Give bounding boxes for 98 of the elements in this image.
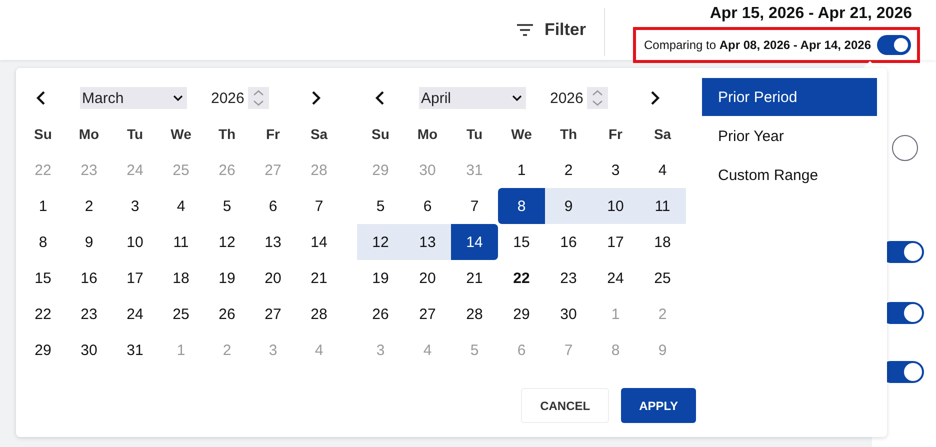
calendar-day[interactable]: 9 bbox=[66, 224, 112, 260]
calendar-day[interactable]: 22 bbox=[498, 260, 545, 296]
calendar-day[interactable]: 1 bbox=[20, 188, 66, 224]
calendar-day[interactable]: 7 bbox=[296, 188, 342, 224]
calendar-day[interactable]: 21 bbox=[296, 260, 342, 296]
calendar-day[interactable]: 2 bbox=[545, 152, 592, 188]
calendar-day[interactable]: 24 bbox=[592, 260, 639, 296]
calendar-day[interactable]: 23 bbox=[545, 260, 592, 296]
chevron-right-icon bbox=[650, 91, 660, 105]
spinner-icon[interactable] bbox=[587, 87, 608, 109]
preset-option[interactable]: Prior Year bbox=[702, 117, 877, 155]
calendar-day[interactable]: 27 bbox=[404, 296, 451, 332]
calendar-day[interactable]: 5 bbox=[204, 188, 250, 224]
calendar-day[interactable]: 4 bbox=[158, 188, 204, 224]
weekday-label: Sa bbox=[652, 125, 672, 144]
weekday-label: Tu bbox=[465, 125, 484, 144]
calendar-day[interactable]: 13 bbox=[250, 224, 296, 260]
calendar-day[interactable]: 20 bbox=[250, 260, 296, 296]
calendar-day[interactable]: 6 bbox=[404, 188, 451, 224]
weekday-label: Mo bbox=[78, 125, 100, 144]
calendar-day[interactable]: 10 bbox=[592, 188, 639, 224]
calendar-day[interactable]: 16 bbox=[545, 224, 592, 260]
calendar-day[interactable]: 3 bbox=[112, 188, 158, 224]
chevron-left-icon bbox=[375, 91, 385, 105]
calendar-day[interactable]: 16 bbox=[66, 260, 112, 296]
calendar-day[interactable]: 30 bbox=[66, 332, 112, 368]
calendar-day[interactable]: 10 bbox=[112, 224, 158, 260]
caret-icon bbox=[173, 95, 183, 101]
calendar-day[interactable]: 2 bbox=[66, 188, 112, 224]
filter-icon bbox=[516, 23, 534, 37]
weekday-label: Tu bbox=[126, 125, 144, 144]
weekday-label: Su bbox=[33, 125, 53, 144]
calendar-day[interactable]: 26 bbox=[204, 296, 250, 332]
calendar-day[interactable]: 14 bbox=[296, 224, 342, 260]
calendar-day[interactable]: 28 bbox=[451, 296, 498, 332]
weekday-label: We bbox=[170, 125, 192, 144]
calendar-day[interactable]: 17 bbox=[112, 260, 158, 296]
weekday-label: Fr bbox=[265, 125, 281, 144]
calendar-day[interactable]: 19 bbox=[204, 260, 250, 296]
preset-option[interactable]: Custom Range bbox=[702, 156, 877, 194]
calendar-day[interactable]: 13 bbox=[404, 224, 451, 260]
calendar-day[interactable]: 22 bbox=[20, 296, 66, 332]
calendar-day[interactable]: 23 bbox=[66, 296, 112, 332]
spinner-icon[interactable] bbox=[248, 87, 270, 109]
calendar-day[interactable]: 9 bbox=[545, 188, 592, 224]
year-field[interactable]: 2026 bbox=[550, 90, 584, 106]
weekday-label: Th bbox=[558, 125, 578, 144]
weekday-label: Mo bbox=[416, 125, 439, 144]
calendar-day[interactable]: 27 bbox=[250, 296, 296, 332]
calendar-day[interactable]: 4 bbox=[639, 152, 686, 188]
calendar-day[interactable]: 3 bbox=[592, 152, 639, 188]
month-select[interactable]: March bbox=[80, 87, 187, 109]
calendar-day[interactable]: 29 bbox=[20, 332, 66, 368]
weekday-label: Su bbox=[370, 125, 390, 144]
calendar-day[interactable]: 8 bbox=[20, 224, 66, 260]
calendar-day[interactable]: 24 bbox=[112, 296, 158, 332]
calendar-day[interactable]: 31 bbox=[112, 332, 158, 368]
cancel-button[interactable]: CANCEL bbox=[521, 388, 610, 423]
month-select[interactable]: April bbox=[419, 87, 526, 109]
preset-option[interactable]: Prior Period bbox=[702, 78, 877, 116]
weekday-label: We bbox=[510, 125, 533, 144]
calendar-day[interactable]: 20 bbox=[404, 260, 451, 296]
year-field[interactable]: 2026 bbox=[211, 90, 244, 106]
calendar-day[interactable]: 18 bbox=[639, 224, 686, 260]
chevron-left-icon bbox=[36, 91, 46, 105]
calendar-day[interactable]: 17 bbox=[592, 224, 639, 260]
calendar-day[interactable]: 12 bbox=[204, 224, 250, 260]
calendar-day[interactable]: 7 bbox=[451, 188, 498, 224]
calendar-day[interactable]: 28 bbox=[296, 296, 342, 332]
calendar-day[interactable]: 30 bbox=[545, 296, 592, 332]
calendar-day[interactable]: 11 bbox=[639, 188, 686, 224]
weekday-label: Fr bbox=[608, 125, 624, 144]
calendar-day[interactable]: 21 bbox=[451, 260, 498, 296]
calendar-day[interactable]: 25 bbox=[639, 260, 686, 296]
weekday-label: Th bbox=[217, 125, 237, 144]
calendar-day[interactable]: 8 bbox=[498, 188, 545, 224]
calendar-day[interactable]: 15 bbox=[498, 224, 545, 260]
date-range-title: Apr 15, 2026 - Apr 21, 2026 bbox=[710, 5, 912, 23]
calendar-day[interactable]: 18 bbox=[158, 260, 204, 296]
calendar-day[interactable]: 12 bbox=[357, 224, 404, 260]
calendar-day[interactable]: 1 bbox=[498, 152, 545, 188]
weekday-label: Sa bbox=[309, 125, 329, 144]
calendar-day[interactable]: 11 bbox=[158, 224, 204, 260]
calendar-day[interactable]: 19 bbox=[357, 260, 404, 296]
comparison-text: Comparing to Apr 08, 2026 - Apr 14, 2026 bbox=[644, 38, 871, 52]
calendar-day[interactable]: 15 bbox=[20, 260, 66, 296]
calendar-day[interactable]: 26 bbox=[357, 296, 404, 332]
filter-button[interactable]: Filter bbox=[516, 0, 586, 60]
caret-icon bbox=[512, 95, 522, 101]
comparison-toggle[interactable] bbox=[877, 35, 911, 55]
calendar-day[interactable]: 25 bbox=[158, 296, 204, 332]
radio-button[interactable] bbox=[892, 135, 918, 161]
calendar-day[interactable]: 29 bbox=[498, 296, 545, 332]
calendar-day[interactable]: 14 bbox=[451, 224, 498, 260]
apply-button[interactable]: APPLY bbox=[621, 388, 696, 423]
calendar-day[interactable]: 5 bbox=[357, 188, 404, 224]
calendar-day[interactable]: 6 bbox=[250, 188, 296, 224]
chevron-right-icon bbox=[311, 91, 322, 105]
